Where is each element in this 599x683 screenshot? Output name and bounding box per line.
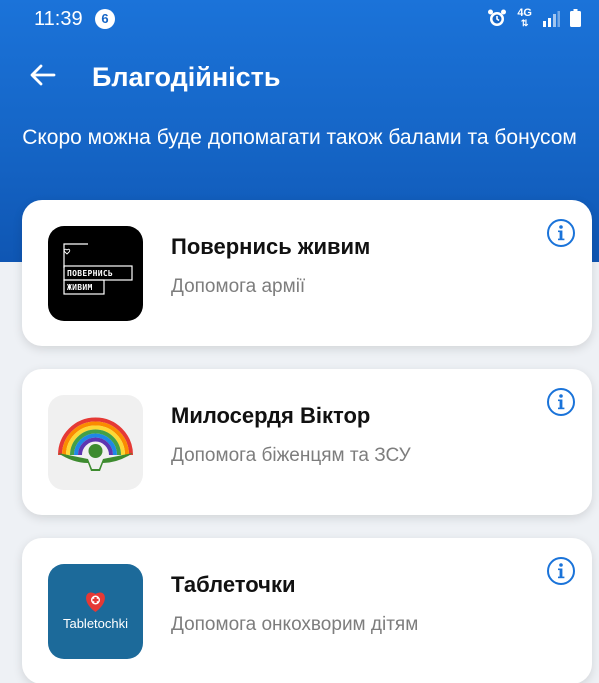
page-subtitle: Скоро можна буде допомагати також балами… [22,126,577,149]
page-title: Благодійність [92,62,281,92]
povernys-logo-text-1: ПОВЕРНИСЬ [67,269,114,278]
info-button[interactable] [546,387,576,417]
charity-card-myloserdia-viktor[interactable]: Милосердя Віктор Допомога біженцям та ЗС… [22,369,592,515]
tabletochky-logo: Tabletochki [48,564,143,659]
signal-icon [542,10,560,27]
charity-title: Милосердя Віктор [171,403,371,428]
povernys-logo-text-2: ЖИВИМ [67,283,93,292]
status-bar: 11:39 6 4G ⇅ [0,0,599,40]
info-icon [547,388,575,416]
charity-title: Таблеточки [171,572,296,597]
info-icon [547,219,575,247]
notification-count-badge: 6 [95,9,115,29]
alarm-icon [487,8,507,28]
back-button[interactable] [26,60,60,94]
info-button[interactable] [546,218,576,248]
tabletochky-logo-text: Tabletochki [62,616,129,631]
network-type-label: 4G [517,7,532,19]
charity-subtitle: Допомога біженцям та ЗСУ [171,445,411,466]
charity-card-povernys-zhyvym[interactable]: ПОВЕРНИСЬ ЖИВИМ Повернись живим Допомога… [22,200,592,346]
info-icon [547,557,575,585]
info-button[interactable] [546,556,576,586]
povernys-zhyvym-logo: ПОВЕРНИСЬ ЖИВИМ [48,226,143,321]
charity-card-tabletochky[interactable]: Tabletochki Таблеточки Допомога онкохвор… [22,538,592,683]
battery-icon [570,9,581,27]
network-4g-indicator: 4G ⇅ [517,7,532,29]
arrow-left-icon [30,64,56,91]
myloserdia-viktor-logo [48,395,143,490]
charity-subtitle: Допомога армії [171,276,306,297]
status-time: 11:39 [34,8,83,30]
charity-title: Повернись живим [171,234,371,259]
charity-subtitle: Допомога онкохворим дітям [171,614,419,635]
